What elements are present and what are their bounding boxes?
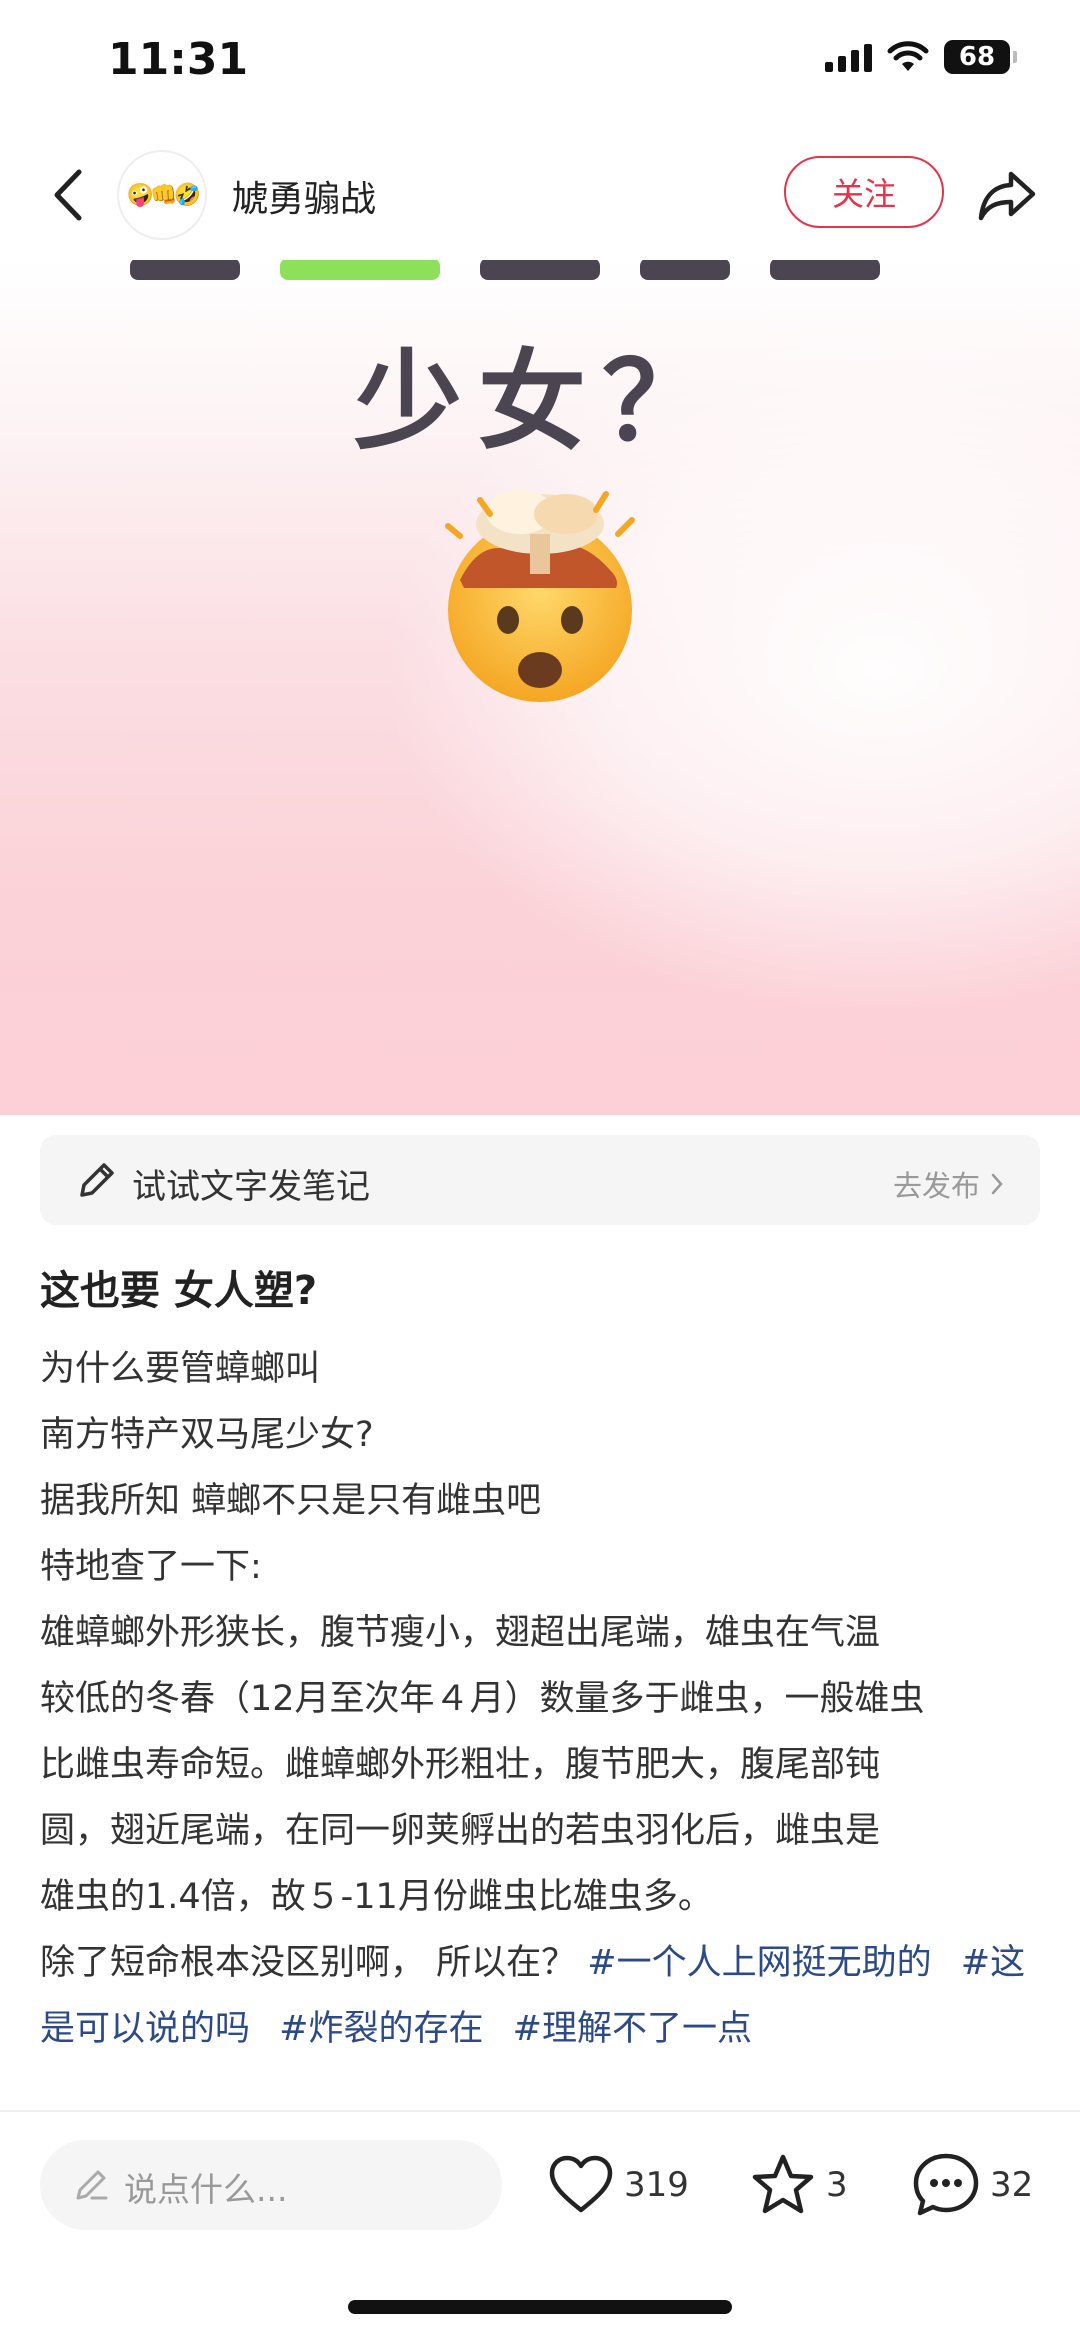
post-line-with-tags: 除了短命根本没区别啊， 所以在？ #一个人上网挺无助的 #这是可以说的吗 #炸裂… [40,1930,1050,2062]
pencil-icon [80,1163,114,1197]
status-icons: 68 [825,40,1017,74]
post-line: 圆，翅近尾端，在同一卵荚孵出的若虫羽化后，雌虫是 [40,1811,881,1851]
hashtag-link[interactable]: #理解不了一点 [513,2009,752,2049]
follow-button[interactable]: 关注 [784,156,944,228]
post-line: 南方特产双马尾少女? [40,1415,374,1455]
comment-count: 32 [990,2165,1034,2205]
status-bar: 11:31 68 [0,0,1080,130]
post-line-text: 除了短命根本没区别啊， 所以在？ [40,1943,577,1983]
publish-label: 去发布 [892,1169,980,1203]
image-caption: 少女？ [353,340,726,465]
like-count: 319 [624,2165,689,2205]
image-text-partial [130,260,950,280]
comment-placeholder: 说点什么... [124,2170,288,2209]
hashtag-link[interactable]: #一个人上网挺无助的 [587,1943,931,1983]
post-line: 据我所知 蟑螂不只是只有雌虫吧 [40,1481,542,1521]
battery-icon: 68 [944,40,1017,74]
pen-icon [76,2170,108,2200]
author-name[interactable]: 虓勇骟战 [232,170,376,222]
hashtag-link[interactable]: #炸裂的存在 [279,2009,483,2049]
wifi-icon [887,41,929,71]
post-line: 雄蟑螂外形狭长，腹节瘦小，翅超出尾端，雄虫在气温 [40,1613,881,1653]
post-line: 特地查了一下: [40,1547,262,1587]
comment-input[interactable]: 说点什么... [40,2140,502,2230]
comment-bubble-icon [913,2153,979,2216]
post-title: 这也要 女人塑? [40,1268,318,1314]
write-note-bar[interactable]: 试试文字发笔记 去发布 [40,1135,1040,1225]
post-line: 为什么要管蟑螂叫 [40,1349,321,1389]
divider [0,2110,1080,2112]
like-button[interactable]: 319 [548,2148,689,2222]
write-note-label: 试试文字发笔记 [132,1167,370,1207]
status-time: 11:31 [108,34,249,85]
post-header: 🤪👊🤣 虓勇骟战 关注 [0,130,1080,260]
post-line: 雄虫的1.4倍，故５-11月份雌虫比雄虫多。 [40,1877,713,1917]
exploding-head-emoji-icon [445,490,635,702]
back-button[interactable] [40,162,96,228]
share-button[interactable] [972,160,1042,230]
star-icon [752,2154,814,2214]
signal-icon [825,42,872,72]
favorite-button[interactable]: 3 [750,2148,848,2222]
share-icon [978,171,1036,221]
chevron-right-icon [991,1173,1003,1195]
favorite-count: 3 [826,2165,848,2205]
post-image[interactable]: 少女？ [0,260,1080,1115]
comment-button[interactable]: 32 [912,2148,1033,2222]
avatar[interactable]: 🤪👊🤣 [117,150,207,240]
home-indicator[interactable] [348,2300,732,2314]
post-line: 比雌虫寿命短。雌蟑螂外形粗壮，腹节肥大，腹尾部钝 [40,1745,881,1785]
chevron-left-icon [54,169,82,221]
post-body: 为什么要管蟑螂叫 南方特产双马尾少女? 据我所知 蟑螂不只是只有雌虫吧 特地查了… [40,1336,1050,2062]
heart-icon [549,2155,613,2213]
post-line: 较低的冬春（12月至次年４月）数量多于雌虫，一般雄虫 [40,1679,925,1719]
publish-link[interactable]: 去发布 [893,1163,1004,1205]
